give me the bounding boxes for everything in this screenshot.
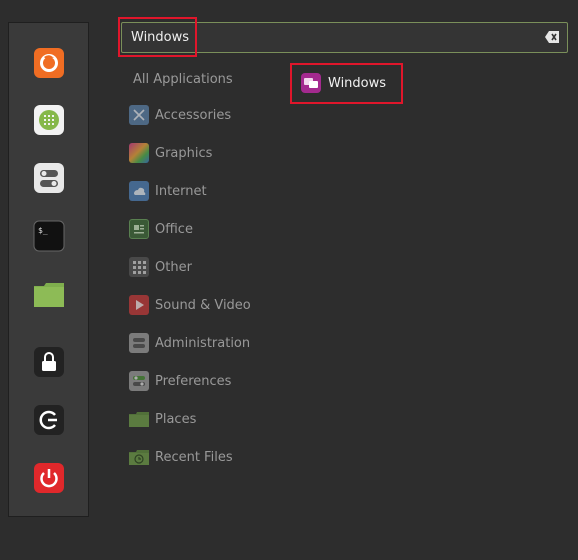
result-label: Windows xyxy=(328,75,387,91)
favorite-firefox[interactable] xyxy=(33,47,65,79)
accessories-icon xyxy=(129,105,149,125)
category-places[interactable]: Places xyxy=(129,409,196,429)
category-other[interactable]: Other xyxy=(129,257,192,277)
category-graphics[interactable]: Graphics xyxy=(129,143,212,163)
result-windows-app[interactable]: Windows xyxy=(301,73,386,93)
terminal-icon: $_ xyxy=(33,220,65,252)
favorite-logout[interactable] xyxy=(33,404,65,436)
files-folder-icon xyxy=(34,283,64,307)
search-input[interactable] xyxy=(131,23,531,52)
category-label: Sound & Video xyxy=(155,297,251,313)
sound-video-icon xyxy=(129,295,149,315)
category-internet[interactable]: Internet xyxy=(129,181,207,201)
graphics-icon xyxy=(129,143,149,163)
favorites-panel: $_ xyxy=(8,22,89,517)
software-manager-icon xyxy=(34,105,64,135)
administration-icon xyxy=(129,333,149,353)
favorite-terminal[interactable]: $_ xyxy=(33,220,65,252)
office-icon xyxy=(129,219,149,239)
internet-icon xyxy=(129,181,149,201)
lock-screen-icon xyxy=(34,347,64,377)
category-label: Accessories xyxy=(155,107,232,123)
preferences-icon xyxy=(129,371,149,391)
category-label: Administration xyxy=(155,335,251,351)
category-office[interactable]: Office xyxy=(129,219,193,239)
firefox-icon xyxy=(34,48,64,78)
search-box[interactable] xyxy=(121,22,568,53)
category-label: Places xyxy=(155,411,197,427)
category-accessories[interactable]: Accessories xyxy=(129,105,231,125)
category-preferences[interactable]: Preferences xyxy=(129,371,231,391)
category-label: Preferences xyxy=(155,373,232,389)
category-label: Recent Files xyxy=(155,449,233,465)
favorite-system-settings[interactable] xyxy=(33,162,65,194)
favorite-files[interactable] xyxy=(33,278,65,310)
svg-text:$_: $_ xyxy=(38,226,48,235)
category-all-applications[interactable]: All Applications xyxy=(133,72,233,87)
category-label: Office xyxy=(155,221,193,237)
favorite-software-manager[interactable] xyxy=(33,104,65,136)
clear-search-icon[interactable] xyxy=(545,31,559,43)
category-sound-video[interactable]: Sound & Video xyxy=(129,295,251,315)
category-recent-files[interactable]: Recent Files xyxy=(129,447,233,467)
category-label: Internet xyxy=(155,183,207,199)
category-label: Other xyxy=(155,259,192,275)
logout-icon xyxy=(34,405,64,435)
shutdown-icon xyxy=(34,463,64,493)
favorite-shutdown[interactable] xyxy=(33,462,65,494)
system-settings-icon xyxy=(34,163,64,193)
category-administration[interactable]: Administration xyxy=(129,333,250,353)
windows-app-icon xyxy=(301,73,321,93)
places-folder-icon xyxy=(129,409,149,429)
favorite-lock-screen[interactable] xyxy=(33,346,65,378)
other-icon xyxy=(129,257,149,277)
recent-files-icon xyxy=(129,447,149,467)
category-label: Graphics xyxy=(155,145,213,161)
